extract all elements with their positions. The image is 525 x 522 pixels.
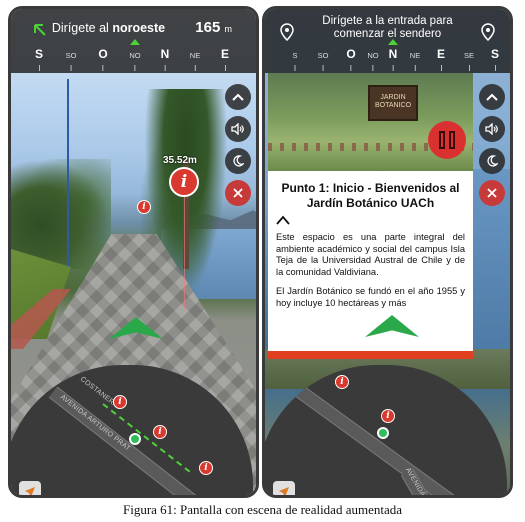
close-icon <box>233 188 243 198</box>
locate-arrow-icon <box>279 487 289 495</box>
compass-tick: NO <box>129 45 141 71</box>
garden-sign: JARDIN BOTANICO <box>368 85 418 121</box>
locate-arrow-icon <box>25 487 35 495</box>
instruction: Dirígete a la entrada para comenzar el s… <box>265 15 510 41</box>
compass-tick: NE <box>190 45 200 71</box>
compass-tick: S <box>491 45 499 71</box>
compass-bar: Dirígete al noroeste 165 m S SO O NO N N… <box>11 9 256 73</box>
map-scale <box>205 497 231 498</box>
location-pin-icon <box>481 23 495 41</box>
figure-caption: Figura 61: Pantalla con escena de realid… <box>122 502 403 517</box>
instruction-direction: noroeste <box>112 21 166 35</box>
volume-icon <box>485 123 498 135</box>
pause-icon <box>439 131 445 149</box>
user-location-dot <box>129 433 141 445</box>
map-poi-marker[interactable]: i <box>381 409 395 423</box>
info-icon: i <box>142 202 146 212</box>
night-mode-button[interactable] <box>479 148 505 174</box>
lamp-pole <box>67 79 69 269</box>
compass-tick: E <box>437 45 445 71</box>
poi-distance: 35.52m <box>163 155 197 166</box>
info-icon: i <box>180 172 188 192</box>
compass-tick: N <box>161 45 169 71</box>
compass-tick: N <box>389 45 397 71</box>
compass-tick: O <box>98 45 108 71</box>
compass-tick: NE <box>410 45 420 71</box>
close-icon <box>487 188 497 198</box>
audio-button[interactable] <box>479 116 505 142</box>
poi-anchor-line <box>184 189 185 309</box>
card-paragraph: Este espacio es una parte integral del a… <box>276 232 465 277</box>
info-poi-marker-far[interactable]: i <box>137 200 151 214</box>
map-scale <box>459 497 485 498</box>
close-button[interactable] <box>225 180 251 206</box>
compass-tick: SE <box>464 45 474 71</box>
collapse-button[interactable] <box>225 84 251 110</box>
instruction-prefix: Dirígete al <box>51 21 109 35</box>
compass-tick: E <box>221 45 229 71</box>
card-paragraph: El Jardín Botánico se fundó en el año 19… <box>276 286 465 308</box>
card-title: Punto 1: Inicio - Bienvenidos al Jardín … <box>281 181 460 210</box>
chevron-up-icon <box>232 93 244 101</box>
user-location-dot <box>377 427 389 439</box>
card-accent-bar <box>268 351 473 359</box>
compass-tick: O <box>346 45 356 71</box>
heading-pointer <box>130 39 140 45</box>
audio-button[interactable] <box>225 116 251 142</box>
map-poi-marker[interactable]: i <box>153 425 167 439</box>
collapse-button[interactable] <box>479 84 505 110</box>
volume-icon <box>231 123 244 135</box>
recenter-button[interactable] <box>19 481 41 495</box>
figure: Dirígete al noroeste 165 m S SO O NO N N… <box>0 0 525 522</box>
info-icon: i <box>118 397 122 407</box>
info-icon: i <box>386 411 390 421</box>
compass-tick: S <box>35 45 43 71</box>
poi-photo: JARDIN BOTANICO <box>268 73 473 171</box>
heading-pointer <box>388 39 398 45</box>
instruction-line-1: Dirígete a la entrada para <box>322 15 453 27</box>
left-phone-screen: Dirígete al noroeste 165 m S SO O NO N N… <box>8 6 259 498</box>
compass-bar: Dirígete a la entrada para comenzar el s… <box>265 9 510 73</box>
compass-scale: S SO O NO N NE E <box>11 45 256 73</box>
map-poi-marker[interactable]: i <box>199 461 213 475</box>
compass-tick: S <box>292 45 298 71</box>
recenter-button[interactable] <box>273 481 295 495</box>
map-poi-marker[interactable]: i <box>113 395 127 409</box>
info-icon: i <box>204 463 208 473</box>
card-body: Este espacio es una parte integral del a… <box>276 232 465 309</box>
close-button[interactable] <box>479 180 505 206</box>
side-controls <box>225 84 251 212</box>
compass-tick: SO <box>318 45 328 71</box>
poi-info-card[interactable]: Punto 1: Inicio - Bienvenidos al Jardín … <box>268 171 473 359</box>
right-phone-screen: Dirígete a la entrada para comenzar el s… <box>262 6 513 498</box>
compass-tick: NO <box>367 45 379 71</box>
compass-tick: SO <box>66 45 76 71</box>
distance-unit: m <box>224 24 233 34</box>
compass-scale: S SO O NO N NE E SE S <box>265 45 510 73</box>
info-poi-marker[interactable]: i <box>169 167 199 197</box>
side-controls <box>479 84 505 212</box>
chevron-up-icon[interactable] <box>276 215 290 225</box>
distance-readout: 165 m <box>195 19 232 36</box>
pause-audio-button[interactable] <box>428 121 466 159</box>
info-icon: i <box>158 427 162 437</box>
moon-icon <box>233 155 244 167</box>
chevron-up-icon <box>486 93 498 101</box>
distance-value: 165 <box>195 19 221 36</box>
moon-icon <box>487 155 498 167</box>
night-mode-button[interactable] <box>225 148 251 174</box>
info-icon: i <box>340 377 344 387</box>
trees <box>11 159 111 269</box>
map-poi-marker[interactable]: i <box>335 375 349 389</box>
